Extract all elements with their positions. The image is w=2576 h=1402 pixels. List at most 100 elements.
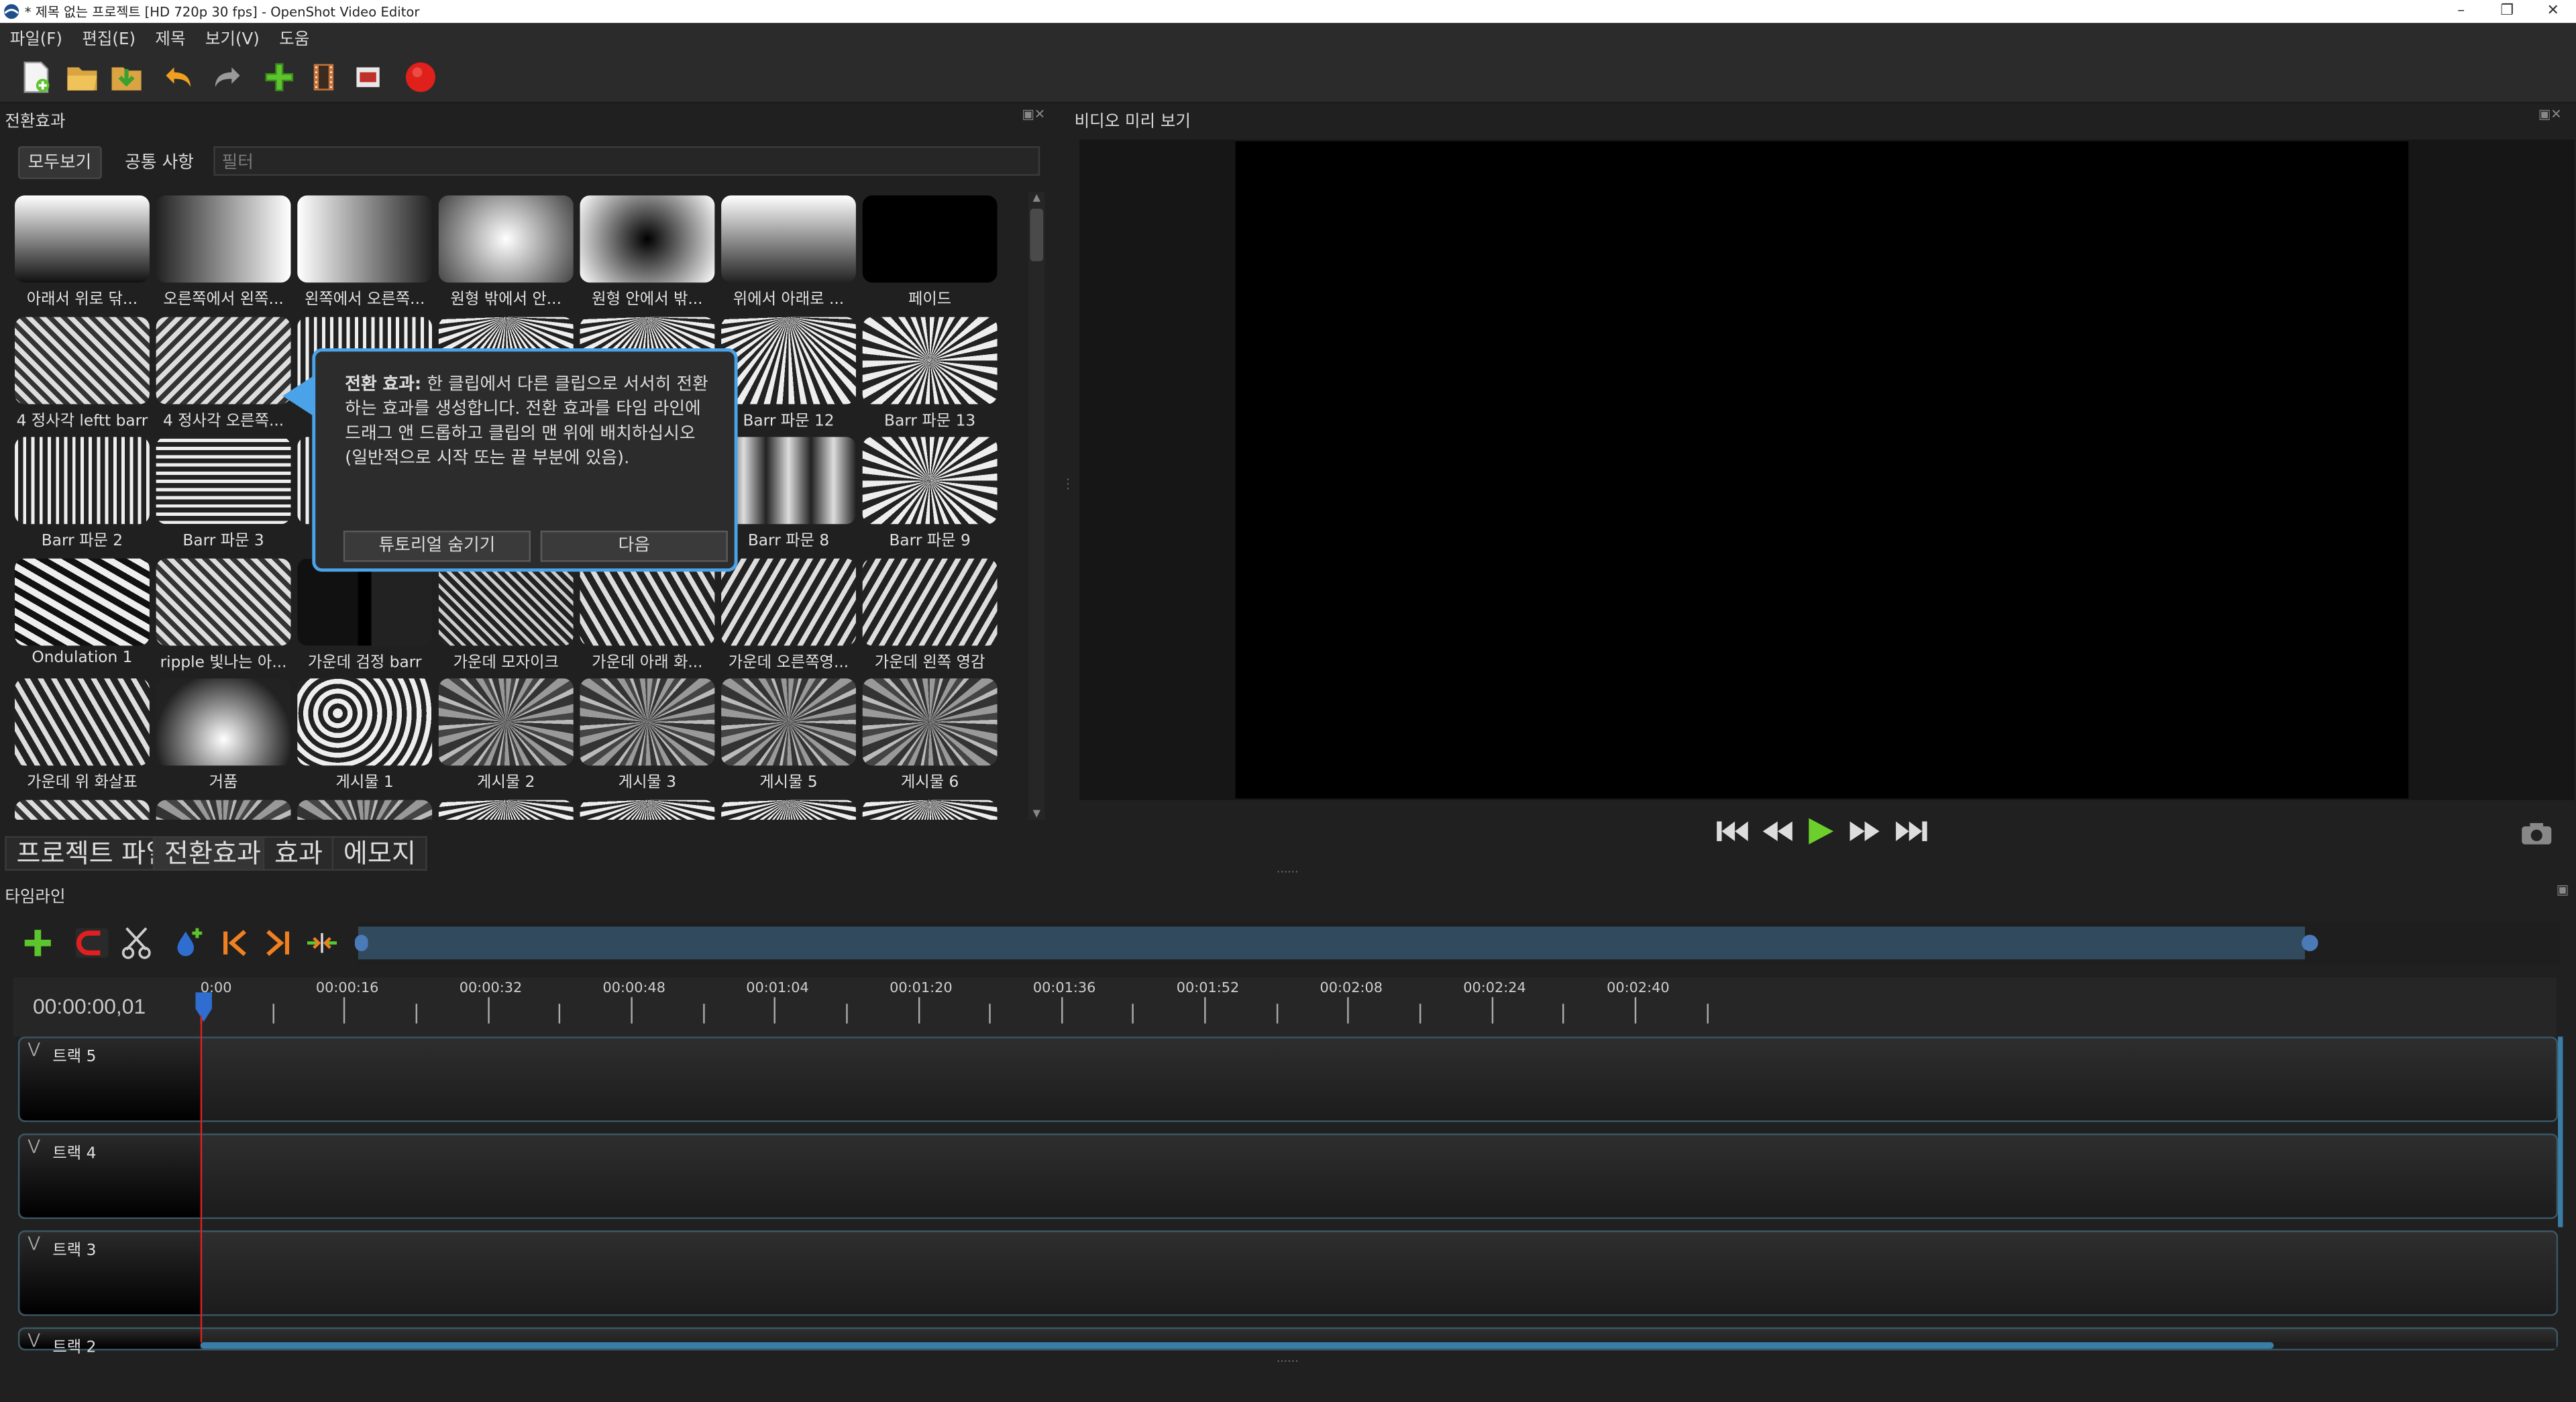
filter-show-all-button[interactable]: 모두보기 <box>17 146 101 179</box>
menu-edit[interactable]: 편집(E) <box>72 24 146 48</box>
transition-item[interactable]: Barr 파문 12 <box>721 316 856 431</box>
export-video-icon[interactable] <box>404 61 437 94</box>
preview-dock-icons[interactable]: ▣✕ <box>2538 107 2562 121</box>
add-marker-icon[interactable] <box>172 925 205 958</box>
menu-view[interactable]: 보기(V) <box>195 24 269 48</box>
track-collapse-icon[interactable]: ⋁ <box>28 1332 40 1348</box>
choose-profile-icon[interactable] <box>307 61 340 94</box>
transition-item[interactable]: 가운데 왼쪽 영감 <box>862 557 998 672</box>
new-file-icon[interactable] <box>19 61 52 94</box>
transition-item[interactable]: ripple 빛나는 아... <box>156 557 291 672</box>
transition-item[interactable] <box>721 799 856 820</box>
transition-item[interactable]: 게시물 1 <box>297 678 433 793</box>
transition-item[interactable]: Barr 파문 13 <box>862 316 998 431</box>
transition-item[interactable]: 위에서 아래로 ... <box>721 195 856 310</box>
timeline-track[interactable]: ⋁ 트랙 3 <box>17 1230 2559 1316</box>
transition-item[interactable] <box>862 799 998 820</box>
transition-item[interactable]: 페이드 <box>862 195 998 310</box>
transition-item[interactable]: Ondulation 1 <box>15 557 150 672</box>
close-button[interactable]: ✕ <box>2530 3 2576 19</box>
transition-item[interactable]: 왼쪽에서 오른쪽... <box>297 195 433 310</box>
timeline-ruler[interactable]: 00:00:00,01 0:00 00:00:16 00:00:32 00:00:48… <box>13 977 2557 1037</box>
track-collapse-icon[interactable]: ⋁ <box>28 1236 40 1252</box>
transition-item[interactable]: Barr 파문 8 <box>721 437 856 551</box>
zoom-slider-range[interactable] <box>358 926 2305 960</box>
transition-item[interactable]: 원형 안에서 밖... <box>580 195 715 310</box>
tab-effects[interactable]: 효과 <box>262 836 335 871</box>
transition-item[interactable]: 가운데 오른쪽영... <box>721 557 856 672</box>
zoom-slider-track[interactable] <box>354 921 2560 965</box>
track-header[interactable] <box>19 1038 201 1121</box>
play-icon[interactable] <box>1805 816 1835 846</box>
transition-item[interactable]: 거품 <box>156 678 291 793</box>
transition-item[interactable]: 아래서 위로 닦... <box>15 195 150 310</box>
open-folder-icon[interactable] <box>66 61 99 94</box>
tab-emojis[interactable]: 에모지 <box>331 836 428 871</box>
track-header[interactable] <box>19 1329 201 1349</box>
horizontal-splitter[interactable]: ······ <box>1277 866 1299 879</box>
import-files-icon[interactable] <box>263 61 296 94</box>
timeline-v-scroll-thumb[interactable] <box>2558 1036 2563 1228</box>
transition-item[interactable]: Barr 파문 2 <box>15 437 150 551</box>
previous-marker-icon[interactable] <box>220 928 250 958</box>
transition-item[interactable]: Barr 파문 3 <box>156 437 291 551</box>
panel-splitter[interactable]: ⋮ <box>1061 476 1075 502</box>
transition-item[interactable] <box>438 799 574 820</box>
transition-item[interactable] <box>156 799 291 820</box>
transition-item[interactable]: 가운데 모자이크 <box>438 557 574 672</box>
timeline-track[interactable]: ⋁ 트랙 5 <box>17 1036 2559 1122</box>
transition-item[interactable]: 가운데 위 화살표 <box>15 678 150 793</box>
transition-item[interactable]: 가운데 검정 barr <box>297 557 433 672</box>
scroll-down-icon[interactable]: ▼ <box>1030 808 1044 820</box>
menu-title[interactable]: 제목 <box>146 24 195 48</box>
transition-item[interactable]: 가운데 아래 화... <box>580 557 715 672</box>
filter-input[interactable]: 필터 <box>213 146 1040 176</box>
zoom-slider-left-handle[interactable] <box>354 934 368 951</box>
track-collapse-icon[interactable]: ⋁ <box>28 1042 40 1058</box>
save-icon[interactable] <box>110 61 143 94</box>
transitions-scrollbar[interactable]: ▲ ▼ <box>1028 192 1045 820</box>
minimize-button[interactable]: – <box>2438 3 2484 19</box>
transition-item[interactable]: 4 정사각 leftt barr <box>15 316 150 431</box>
timeline-h-scrollbar[interactable] <box>200 1342 2557 1349</box>
fullscreen-icon[interactable] <box>352 61 384 94</box>
undo-icon[interactable] <box>162 61 195 94</box>
track-header[interactable] <box>19 1232 201 1315</box>
timeline-dock-icon[interactable]: ▣ <box>2557 882 2569 897</box>
playhead-marker-icon[interactable] <box>194 992 213 1025</box>
snap-magnet-icon[interactable] <box>75 928 109 958</box>
transition-item[interactable]: 오른쪽에서 왼쪽... <box>156 195 291 310</box>
tab-transitions[interactable]: 전환효과 <box>152 836 273 871</box>
transition-item[interactable]: 게시물 5 <box>721 678 856 793</box>
timeline-h-scroll-thumb[interactable] <box>200 1342 2274 1349</box>
fast-forward-icon[interactable] <box>1848 818 1881 845</box>
redo-icon[interactable] <box>210 61 243 94</box>
transition-item[interactable]: 게시물 2 <box>438 678 574 793</box>
zoom-slider-right-handle[interactable] <box>2302 934 2318 951</box>
track-header[interactable] <box>19 1135 201 1218</box>
transition-item[interactable] <box>580 799 715 820</box>
transition-item[interactable]: 게시물 3 <box>580 678 715 793</box>
snapshot-camera-icon[interactable] <box>2520 822 2553 847</box>
track-collapse-icon[interactable]: ⋁ <box>28 1138 40 1154</box>
razor-icon[interactable] <box>121 926 151 959</box>
transition-item[interactable]: Barr 파문 9 <box>862 437 998 551</box>
filter-common-button[interactable]: 공통 사항 <box>115 146 203 179</box>
bottom-splitter[interactable]: ······ <box>1277 1355 1299 1368</box>
scroll-up-icon[interactable]: ▲ <box>1030 193 1044 204</box>
jump-start-icon[interactable] <box>1715 818 1752 845</box>
next-marker-icon[interactable] <box>263 928 292 958</box>
center-playhead-icon[interactable] <box>306 932 339 955</box>
rewind-icon[interactable] <box>1761 818 1794 845</box>
hide-tutorial-button[interactable]: 튜토리얼 숨기기 <box>343 531 531 562</box>
transition-item[interactable] <box>15 799 150 820</box>
next-tutorial-button[interactable]: 다음 <box>540 531 728 562</box>
video-preview-screen[interactable] <box>1235 141 2409 799</box>
dock-float-close-icon[interactable]: ▣✕ <box>1022 107 1045 121</box>
menu-file[interactable]: 파일(F) <box>0 24 72 48</box>
scroll-thumb[interactable] <box>1030 209 1044 262</box>
timeline-track[interactable]: ⋁ 트랙 4 <box>17 1133 2559 1220</box>
transition-item[interactable]: 4 정사각 오른쪽... <box>156 316 291 431</box>
transition-item[interactable]: 원형 밖에서 안... <box>438 195 574 310</box>
jump-end-icon[interactable] <box>1892 818 1929 845</box>
